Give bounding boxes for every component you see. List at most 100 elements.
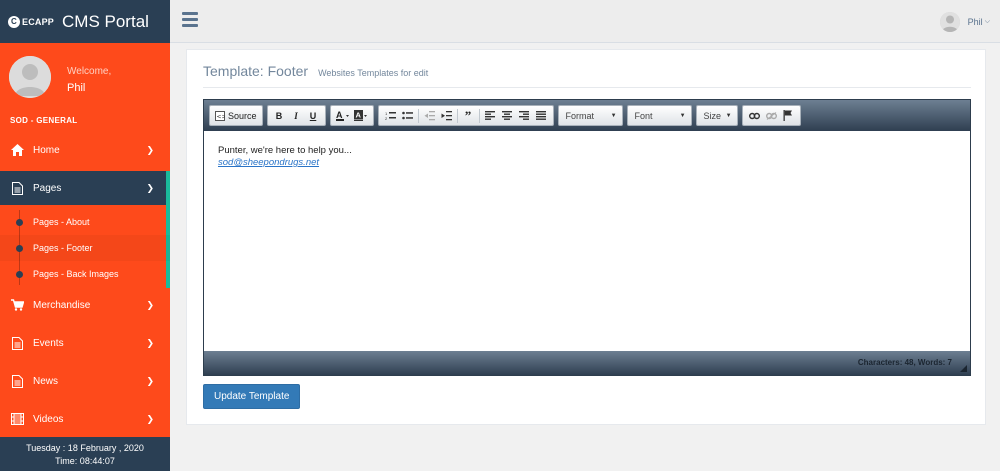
link-button[interactable] bbox=[746, 106, 763, 125]
sidebar: C ECAPP CMS Portal Welcome, Phil SOD - G… bbox=[0, 0, 170, 471]
svg-text:2: 2 bbox=[385, 116, 388, 121]
format-dropdown[interactable]: Format ▼ bbox=[557, 105, 623, 126]
page-title: Template: Footer bbox=[203, 63, 309, 79]
user-name: Phil bbox=[967, 17, 983, 27]
submenu-dot bbox=[16, 271, 23, 278]
current-time: Time: 08:44:07 bbox=[55, 456, 115, 466]
brand-header[interactable]: C ECAPP CMS Portal bbox=[0, 0, 170, 43]
numbered-list-button[interactable]: 12 bbox=[382, 106, 399, 125]
editor-status-bar: Characters: 48, Words: 7 bbox=[204, 351, 970, 375]
sidebar-item-events[interactable]: Events ❯ bbox=[0, 326, 170, 360]
svg-text:A: A bbox=[336, 110, 343, 120]
link-icon bbox=[748, 112, 760, 119]
svg-text:<>: <> bbox=[217, 113, 226, 120]
user-silhouette-icon bbox=[939, 12, 960, 32]
submenu-item-pages-footer[interactable]: Pages - Footer bbox=[0, 235, 170, 261]
logo-text: ECAPP bbox=[22, 16, 55, 27]
size-label: Size bbox=[703, 110, 722, 121]
indent-button[interactable] bbox=[438, 106, 455, 125]
editor-content-area[interactable]: Punter, we're here to help you... sod@sh… bbox=[204, 131, 970, 351]
sidebar-item-videos[interactable]: Videos ❯ bbox=[0, 402, 170, 436]
align-left-button[interactable] bbox=[482, 106, 499, 125]
datetime-footer: Tuesday : 18 February , 2020 Time: 08:44… bbox=[0, 437, 170, 471]
submenu-dot bbox=[16, 245, 23, 252]
editor-toolbar: <> Source B I U A A 12 ” Format ▼ Font ▼… bbox=[204, 100, 970, 131]
source-icon: <> bbox=[215, 110, 226, 121]
cart-icon bbox=[10, 298, 24, 312]
source-button[interactable]: <> Source bbox=[213, 106, 259, 125]
chevron-down-icon: ❯ bbox=[146, 144, 154, 155]
bold-button[interactable]: B bbox=[271, 106, 288, 125]
dropdown-arrow-icon: ▼ bbox=[610, 112, 617, 119]
chevron-down-icon: ❯ bbox=[146, 299, 154, 310]
resize-grip-icon[interactable] bbox=[960, 365, 967, 372]
user-avatar bbox=[939, 12, 960, 32]
submenu-dot bbox=[16, 219, 23, 226]
update-template-button[interactable]: Update Template bbox=[203, 384, 301, 409]
template-panel: Template: Footer Websites Templates for … bbox=[186, 49, 986, 425]
link-group bbox=[741, 105, 801, 126]
list-indent-group: 12 ” bbox=[377, 105, 554, 126]
background-color-button[interactable]: A bbox=[352, 106, 370, 125]
numbered-list-icon: 12 bbox=[385, 111, 396, 121]
profile-name: Phil bbox=[67, 82, 86, 94]
align-right-button[interactable] bbox=[516, 106, 533, 125]
svg-text:A: A bbox=[355, 111, 361, 120]
dropdown-arrow-icon: ▼ bbox=[679, 112, 686, 119]
source-group: <> Source bbox=[209, 105, 263, 126]
submenu-item-pages-back-images[interactable]: Pages - Back Images bbox=[0, 261, 170, 287]
sidebar-item-merchandise[interactable]: Merchandise ❯ bbox=[0, 288, 170, 322]
flag-icon bbox=[783, 110, 793, 121]
chevron-down-icon: ❯ bbox=[146, 337, 154, 348]
dropdown-arrow-icon: ▼ bbox=[725, 112, 732, 119]
anchor-button[interactable] bbox=[780, 106, 797, 125]
indent-icon bbox=[441, 110, 452, 120]
toolbar-separator bbox=[417, 108, 419, 123]
sidebar-item-pages[interactable]: Pages ❯ bbox=[0, 171, 170, 205]
unlink-button[interactable] bbox=[763, 106, 780, 125]
chevron-down-icon: ❯ bbox=[146, 413, 154, 424]
blockquote-icon[interactable]: ” bbox=[460, 106, 477, 125]
align-left-icon bbox=[485, 111, 496, 120]
format-label: Format bbox=[565, 110, 595, 121]
bulleted-list-button[interactable] bbox=[399, 106, 416, 125]
submenu-item-label: Pages - Back Images bbox=[33, 269, 119, 279]
rich-text-editor: <> Source B I U A A 12 ” Format ▼ Font ▼… bbox=[203, 99, 971, 376]
sidebar-item-label: Merchandise bbox=[33, 299, 91, 311]
page-subtitle: Websites Templates for edit bbox=[318, 68, 429, 78]
submenu-item-pages-about[interactable]: Pages - About bbox=[0, 209, 170, 235]
submenu-item-label: Pages - About bbox=[33, 217, 90, 227]
italic-button[interactable]: I bbox=[288, 106, 305, 125]
hamburger-menu-icon[interactable] bbox=[182, 12, 198, 28]
current-date: Tuesday : 18 February , 2020 bbox=[26, 443, 144, 453]
sidebar-item-home[interactable]: Home ❯ bbox=[0, 133, 170, 167]
sidebar-item-label: News bbox=[33, 375, 59, 387]
align-justify-button[interactable] bbox=[533, 106, 550, 125]
sidebar-item-news[interactable]: News ❯ bbox=[0, 364, 170, 398]
outdent-button[interactable] bbox=[421, 106, 438, 125]
ecapp-logo: C ECAPP bbox=[8, 15, 55, 28]
chevron-down-icon: ⌵ bbox=[984, 18, 990, 25]
home-icon bbox=[10, 143, 24, 157]
submenu-item-label: Pages - Footer bbox=[33, 243, 93, 253]
user-menu[interactable]: Phil ⌵ bbox=[939, 12, 990, 32]
underline-button[interactable]: U bbox=[305, 106, 322, 125]
email-link[interactable]: sod@sheepondrugs.net bbox=[218, 157, 956, 169]
bulleted-list-icon bbox=[401, 111, 413, 119]
font-dropdown[interactable]: Font ▼ bbox=[626, 105, 692, 126]
font-label: Font bbox=[634, 110, 653, 121]
welcome-text: Welcome, bbox=[67, 66, 112, 77]
profile-avatar bbox=[9, 56, 51, 98]
chevron-down-icon: ❯ bbox=[146, 375, 154, 386]
film-icon bbox=[10, 412, 24, 426]
word-count: Characters: 48, Words: 7 bbox=[857, 358, 952, 367]
sidebar-item-label: Videos bbox=[33, 413, 64, 425]
source-label: Source bbox=[228, 110, 257, 121]
align-justify-icon bbox=[536, 111, 547, 120]
outdent-icon bbox=[424, 110, 435, 120]
text-color-button[interactable]: A bbox=[334, 106, 352, 125]
panel-header: Template: Footer Websites Templates for … bbox=[203, 63, 428, 79]
size-dropdown[interactable]: Size ▼ bbox=[695, 105, 738, 126]
align-center-button[interactable] bbox=[499, 106, 516, 125]
colors-group: A A bbox=[329, 105, 374, 126]
